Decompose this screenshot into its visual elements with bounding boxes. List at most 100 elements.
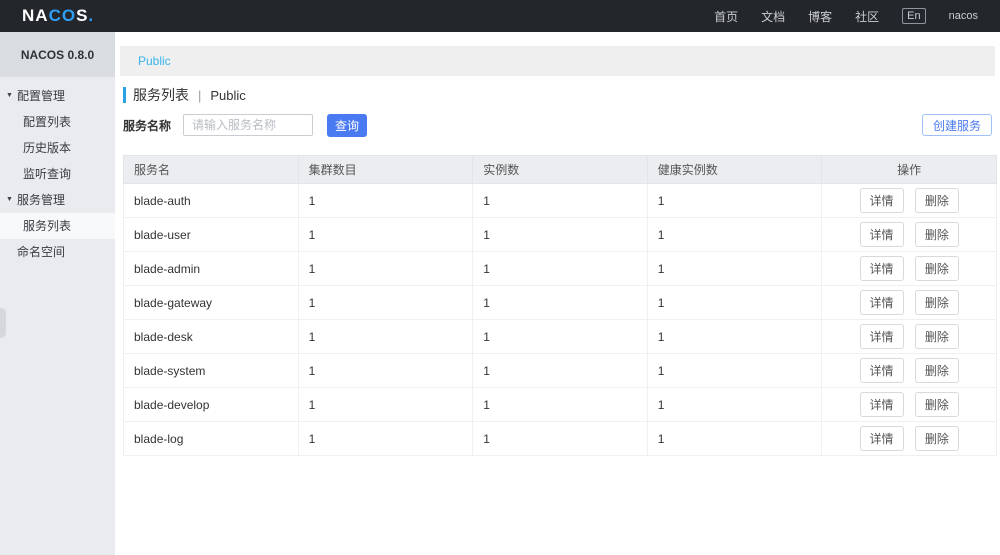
top-navbar: NACOS. 首页 文档 博客 社区 En nacos <box>0 0 1000 32</box>
sidebar: NACOS 0.8.0 ▼ 配置管理 配置列表 历史版本 监听查询 ▼ 服务管理… <box>0 32 115 555</box>
title-accent-bar <box>123 87 126 103</box>
table-row: blade-develop 1 1 1 详情 删除 <box>124 388 997 422</box>
table-row: blade-log 1 1 1 详情 删除 <box>124 422 997 456</box>
sidebar-item-label: 服务列表 <box>23 219 71 233</box>
detail-button[interactable]: 详情 <box>860 392 904 417</box>
col-header-service-name: 服务名 <box>124 156 299 184</box>
cell-actions: 详情 删除 <box>822 388 997 422</box>
cell-instance-count: 1 <box>473 286 648 320</box>
sidebar-collapse-handle[interactable] <box>0 308 6 338</box>
delete-button[interactable]: 删除 <box>915 188 959 213</box>
cell-service-name: blade-log <box>124 422 299 456</box>
col-header-actions: 操作 <box>822 156 997 184</box>
table-row: blade-system 1 1 1 详情 删除 <box>124 354 997 388</box>
detail-button[interactable]: 详情 <box>860 222 904 247</box>
sidebar-item-namespace[interactable]: 命名空间 <box>0 239 115 265</box>
delete-button[interactable]: 删除 <box>915 290 959 315</box>
title-separator: | <box>198 88 201 103</box>
delete-button[interactable]: 删除 <box>915 426 959 451</box>
table-header-row: 服务名 集群数目 实例数 健康实例数 操作 <box>124 156 997 184</box>
username-link[interactable]: nacos <box>949 10 978 22</box>
search-form: 服务名称 查询 创建服务 <box>123 113 992 137</box>
cell-instance-count: 1 <box>473 388 648 422</box>
nav-link-docs[interactable]: 文档 <box>761 8 785 25</box>
detail-button[interactable]: 详情 <box>860 358 904 383</box>
delete-button[interactable]: 删除 <box>915 324 959 349</box>
cell-actions: 详情 删除 <box>822 320 997 354</box>
navbar-links: 首页 文档 博客 社区 En nacos <box>714 8 978 25</box>
delete-button[interactable]: 删除 <box>915 256 959 281</box>
cell-service-name: blade-auth <box>124 184 299 218</box>
cell-healthy-count: 1 <box>647 354 822 388</box>
table-row: blade-admin 1 1 1 详情 删除 <box>124 252 997 286</box>
delete-button[interactable]: 删除 <box>915 222 959 247</box>
cell-service-name: blade-user <box>124 218 299 252</box>
cell-instance-count: 1 <box>473 252 648 286</box>
nacos-logo[interactable]: NACOS. <box>22 6 94 26</box>
cell-instance-count: 1 <box>473 218 648 252</box>
detail-button[interactable]: 详情 <box>860 188 904 213</box>
sidebar-item-service-management[interactable]: ▼ 服务管理 <box>0 187 115 213</box>
cell-instance-count: 1 <box>473 422 648 456</box>
table-row: blade-gateway 1 1 1 详情 删除 <box>124 286 997 320</box>
cell-actions: 详情 删除 <box>822 218 997 252</box>
cell-cluster-count: 1 <box>298 252 473 286</box>
nav-link-home[interactable]: 首页 <box>714 8 738 25</box>
service-name-label: 服务名称 <box>123 117 171 134</box>
main-content: Public 服务列表 | Public 服务名称 查询 创建服务 服务名 集群… <box>115 32 1000 555</box>
page-title: 服务列表 <box>133 85 189 105</box>
cell-cluster-count: 1 <box>298 286 473 320</box>
sidebar-item-label: 历史版本 <box>23 141 71 155</box>
col-header-cluster-count: 集群数目 <box>298 156 473 184</box>
cell-healthy-count: 1 <box>647 218 822 252</box>
cell-service-name: blade-system <box>124 354 299 388</box>
cell-cluster-count: 1 <box>298 218 473 252</box>
sidebar-version-title: NACOS 0.8.0 <box>0 32 115 77</box>
delete-button[interactable]: 删除 <box>915 392 959 417</box>
cell-service-name: blade-gateway <box>124 286 299 320</box>
language-toggle[interactable]: En <box>902 8 925 24</box>
service-name-input[interactable] <box>183 114 313 136</box>
table-row: blade-auth 1 1 1 详情 删除 <box>124 184 997 218</box>
cell-healthy-count: 1 <box>647 252 822 286</box>
col-header-healthy-count: 健康实例数 <box>647 156 822 184</box>
caret-down-icon: ▼ <box>6 83 13 109</box>
sidebar-item-listener-query[interactable]: 监听查询 <box>0 161 115 187</box>
nav-link-community[interactable]: 社区 <box>855 8 879 25</box>
detail-button[interactable]: 详情 <box>860 256 904 281</box>
detail-button[interactable]: 详情 <box>860 426 904 451</box>
sidebar-item-label: 监听查询 <box>23 167 71 181</box>
sidebar-item-label: 配置列表 <box>23 115 71 129</box>
sidebar-item-label: 命名空间 <box>17 245 65 259</box>
cell-cluster-count: 1 <box>298 320 473 354</box>
cell-service-name: blade-develop <box>124 388 299 422</box>
cell-cluster-count: 1 <box>298 354 473 388</box>
cell-cluster-count: 1 <box>298 422 473 456</box>
title-namespace: Public <box>210 88 245 103</box>
nav-link-blog[interactable]: 博客 <box>808 8 832 25</box>
create-service-button[interactable]: 创建服务 <box>922 114 992 136</box>
service-table-wrapper: 服务名 集群数目 实例数 健康实例数 操作 blade-auth 1 1 1 详… <box>123 155 997 456</box>
cell-cluster-count: 1 <box>298 388 473 422</box>
sidebar-item-history[interactable]: 历史版本 <box>0 135 115 161</box>
namespace-bar: Public <box>120 46 995 76</box>
detail-button[interactable]: 详情 <box>860 324 904 349</box>
query-button[interactable]: 查询 <box>327 114 367 137</box>
cell-actions: 详情 删除 <box>822 422 997 456</box>
cell-actions: 详情 删除 <box>822 286 997 320</box>
col-header-instance-count: 实例数 <box>473 156 648 184</box>
detail-button[interactable]: 详情 <box>860 290 904 315</box>
cell-healthy-count: 1 <box>647 286 822 320</box>
sidebar-item-service-list[interactable]: 服务列表 <box>0 213 115 239</box>
sidebar-item-label: 服务管理 <box>17 193 65 207</box>
caret-down-icon: ▼ <box>6 187 13 213</box>
delete-button[interactable]: 删除 <box>915 358 959 383</box>
cell-instance-count: 1 <box>473 354 648 388</box>
cell-cluster-count: 1 <box>298 184 473 218</box>
namespace-tab-public[interactable]: Public <box>138 54 171 68</box>
sidebar-item-config-management[interactable]: ▼ 配置管理 <box>0 83 115 109</box>
logo-text: NA <box>22 6 49 25</box>
sidebar-item-label: 配置管理 <box>17 89 65 103</box>
sidebar-item-config-list[interactable]: 配置列表 <box>0 109 115 135</box>
cell-healthy-count: 1 <box>647 422 822 456</box>
